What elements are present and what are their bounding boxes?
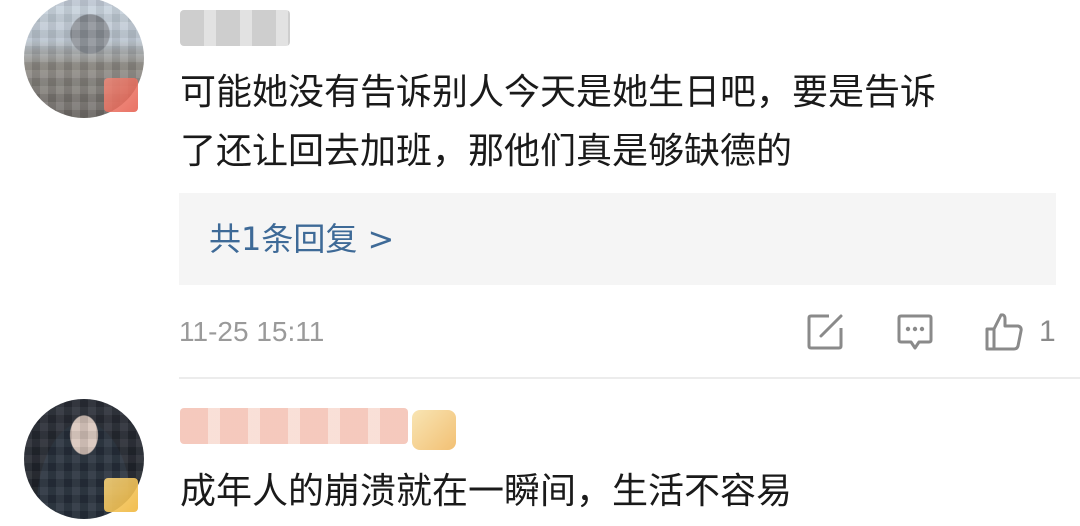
comment-text-line: 成年人的崩溃就在一瞬间，生活不容易 (180, 471, 793, 512)
view-replies-link[interactable]: 共1条回复 > (209, 211, 394, 267)
like-count: 1 (1039, 315, 1056, 348)
avatar-badge-icon (104, 478, 138, 512)
avatar-badge-icon (104, 78, 138, 112)
edit-share-icon (807, 314, 843, 350)
comment-text-line: 可能她没有告诉别人今天是她生日吧，要是告诉 (180, 72, 937, 113)
thumbs-up-icon (985, 313, 1023, 351)
like-button[interactable]: 1 (983, 310, 1056, 354)
vip-badge-icon (412, 410, 456, 450)
share-button[interactable] (805, 310, 845, 354)
comment-text-line: 了还让回去加班，那他们真是够缺德的 (180, 131, 793, 172)
comment-timestamp: 11-25 15:11 (179, 316, 325, 347)
commenter-name-blurred[interactable] (180, 408, 408, 444)
comment-button[interactable] (895, 310, 935, 354)
commenter-name-blurred[interactable] (180, 10, 290, 46)
replies-panel[interactable]: 共1条回复 > (179, 193, 1056, 285)
comment-icon (897, 314, 933, 350)
comment-divider (179, 377, 1080, 379)
